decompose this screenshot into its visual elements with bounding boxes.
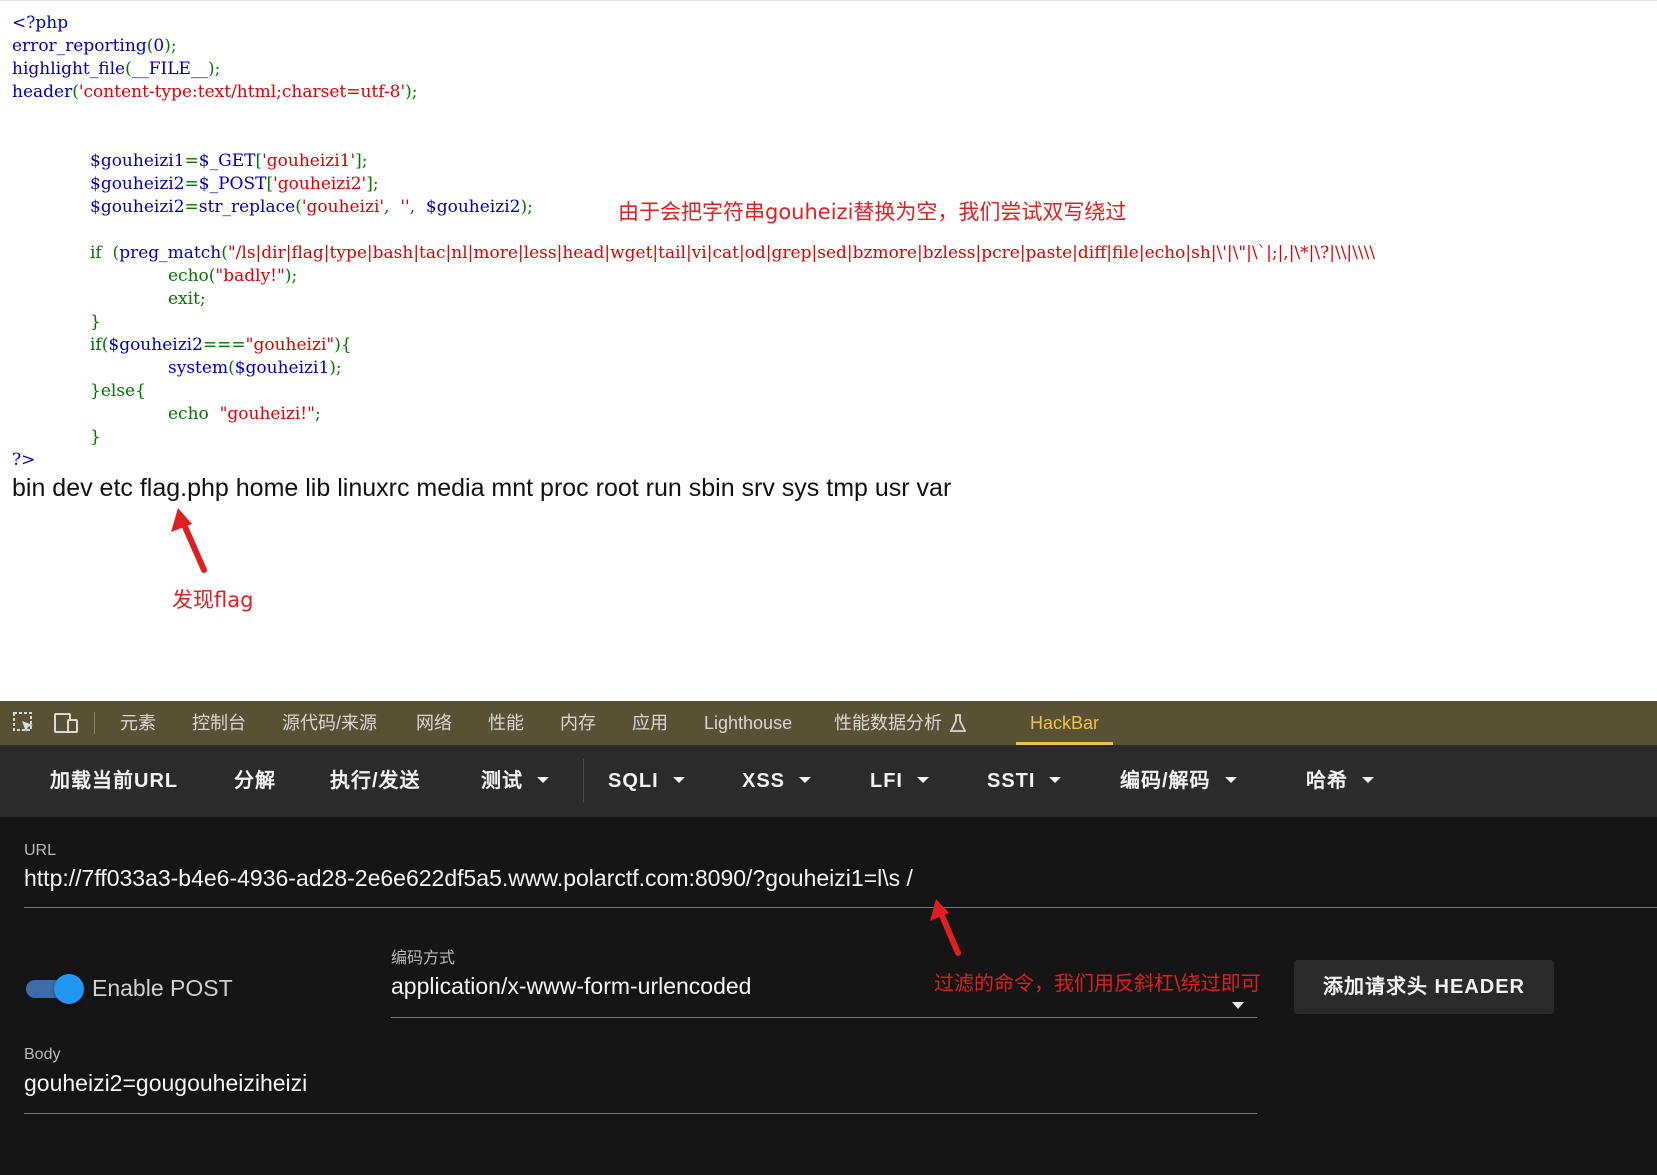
inspect-element-icon[interactable] (10, 701, 38, 745)
url-label: URL (24, 842, 57, 859)
tab-application[interactable]: 应用 (632, 701, 668, 745)
chevron-down-icon (1362, 776, 1374, 783)
php-close-tag: ?> (12, 450, 36, 470)
hackbar-toolbar: 加载当前URL 分解 执行/发送 测试 SQLI XSS LFI SSTI 编码… (0, 745, 1657, 817)
chevron-down-icon (799, 776, 812, 783)
add-header-button[interactable]: 添加请求头 HEADER (1294, 960, 1554, 1014)
body-input[interactable]: gouheizi2=gougouheiziheizi (24, 1070, 307, 1097)
flag-annotation: 发现flag (172, 588, 254, 612)
devtools-panel: 元素 控制台 源代码/来源 网络 性能 内存 应用 Lighthouse 性能数… (0, 701, 1657, 1175)
tab-performance[interactable]: 性能 (488, 701, 524, 745)
php-open-tag: <?php (12, 13, 69, 33)
chevron-down-icon (672, 776, 685, 783)
tab-hackbar[interactable]: HackBar (1016, 701, 1114, 745)
chevron-down-icon (1049, 776, 1062, 783)
url-input[interactable]: http://7ff033a3-b4e6-4936-ad28-2e6e622df… (24, 865, 913, 892)
body-label: Body (24, 1046, 61, 1063)
chevron-down-icon (917, 776, 929, 783)
tab-performance-insights[interactable]: 性能数据分析 (834, 701, 942, 745)
encoding-underline (391, 1017, 1257, 1018)
divider (94, 712, 95, 734)
red-arrow-icon (171, 508, 207, 573)
load-url-button[interactable]: 加载当前URL (50, 745, 178, 817)
tab-elements[interactable]: 元素 (120, 701, 156, 745)
encoding-label: 编码方式 (391, 950, 456, 967)
body-underline (24, 1113, 1257, 1114)
lfi-menu-button[interactable]: LFI (870, 745, 929, 817)
hackbar-body: URL http://7ff033a3-b4e6-4936-ad28-2e6e6… (0, 817, 1657, 1175)
tab-lighthouse[interactable]: Lighthouse (704, 701, 792, 745)
enable-post-toggle[interactable] (26, 974, 84, 1004)
page-content: <?php error_reporting(0); highlight_file… (0, 0, 1657, 701)
replace-annotation: 由于会把字符串gouheizi替换为空，我们尝试双写绕过 (618, 200, 1127, 224)
encoding-select[interactable]: application/x-www-form-urlencoded (391, 973, 751, 1000)
filter-annotation: 过滤的命令，我们用反斜杠\绕过即可 (934, 971, 1261, 995)
php-source-code: <?php error_reporting(0); highlight_file… (12, 13, 1376, 470)
tab-network[interactable]: 网络 (416, 701, 452, 745)
device-toolbar-icon[interactable] (52, 701, 80, 745)
hash-menu-button[interactable]: 哈希 (1306, 745, 1374, 817)
chevron-down-icon (1224, 776, 1237, 783)
execute-button[interactable]: 执行/发送 (330, 745, 421, 817)
encode-menu-button[interactable]: 编码/解码 (1120, 745, 1237, 817)
chevron-down-icon[interactable] (1232, 1002, 1244, 1009)
tab-console[interactable]: 控制台 (192, 701, 246, 745)
red-arrow-icon (930, 899, 961, 956)
devtools-tab-bar: 元素 控制台 源代码/来源 网络 性能 内存 应用 Lighthouse 性能数… (0, 701, 1657, 745)
chevron-down-icon (537, 776, 549, 783)
url-underline (24, 907, 1657, 908)
divider (0, 0, 1657, 1)
sqli-menu-button[interactable]: SQLI (608, 745, 685, 817)
tab-memory[interactable]: 内存 (560, 701, 596, 745)
xss-menu-button[interactable]: XSS (742, 745, 812, 817)
tab-sources[interactable]: 源代码/来源 (282, 701, 377, 745)
divider (583, 759, 584, 803)
split-url-button[interactable]: 分解 (234, 745, 276, 817)
ssti-menu-button[interactable]: SSTI (987, 745, 1062, 817)
flask-icon (948, 701, 968, 745)
enable-post-label: Enable POST (92, 975, 233, 1001)
test-menu-button[interactable]: 测试 (481, 745, 549, 817)
command-output: bin dev etc flag.php home lib linuxrc me… (12, 474, 952, 502)
